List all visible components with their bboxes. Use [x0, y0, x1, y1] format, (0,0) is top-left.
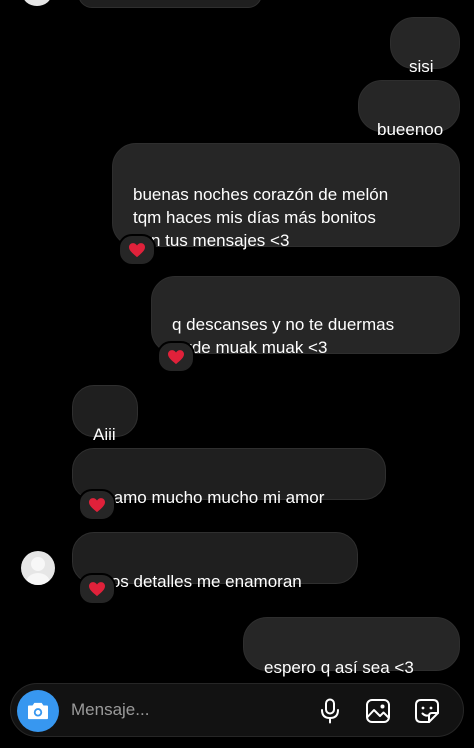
message-sent[interactable]: buenas noches corazón de melón tqm haces… — [112, 143, 460, 250]
microphone-button[interactable] — [315, 696, 345, 726]
message-sent[interactable]: sisi — [390, 17, 460, 76]
sticker-button[interactable] — [412, 696, 442, 726]
message-input[interactable]: Mensaje... — [71, 698, 149, 722]
message-text: buenas noches corazón de melón tqm haces… — [133, 185, 389, 250]
message-text: espero q así sea <3 — [264, 658, 414, 677]
message-text: sisi — [409, 57, 434, 76]
reaction-badge[interactable] — [78, 489, 116, 521]
camera-button[interactable] — [17, 690, 59, 732]
message-text: bueenoo — [377, 120, 444, 139]
heart-icon — [89, 497, 105, 512]
message-received[interactable]: Esos detalles me enamoran — [72, 532, 358, 591]
heart-icon — [168, 349, 184, 364]
gallery-button[interactable] — [363, 696, 393, 726]
previous-avatar-edge — [22, 0, 52, 6]
camera-icon — [28, 702, 48, 720]
reaction-badge[interactable] — [78, 573, 116, 605]
reaction-badge[interactable] — [157, 341, 195, 373]
heart-icon — [89, 581, 105, 596]
message-text: Te amo mucho mucho mi amor — [91, 488, 325, 507]
message-sent[interactable]: q descanses y no te duermas tarde muak m… — [151, 276, 460, 357]
message-text: q descanses y no te duermas tarde muak m… — [172, 315, 395, 357]
message-text: Esos detalles me enamoran — [91, 572, 302, 591]
message-received[interactable]: Aiii — [72, 385, 138, 444]
message-text: Aiii — [93, 425, 116, 444]
message-sent[interactable]: bueenoo — [358, 80, 460, 139]
message-received[interactable]: Te amo mucho mucho mi amor — [72, 448, 386, 507]
sticker-icon — [415, 699, 439, 723]
microphone-icon — [321, 698, 339, 724]
previous-message-edge — [78, 0, 262, 8]
gallery-icon — [366, 699, 390, 723]
message-composer: Mensaje... — [10, 683, 464, 737]
reaction-badge[interactable] — [118, 234, 156, 266]
heart-icon — [129, 242, 145, 257]
contact-avatar[interactable] — [21, 551, 55, 585]
message-sent[interactable]: espero q así sea <3 — [243, 617, 460, 677]
